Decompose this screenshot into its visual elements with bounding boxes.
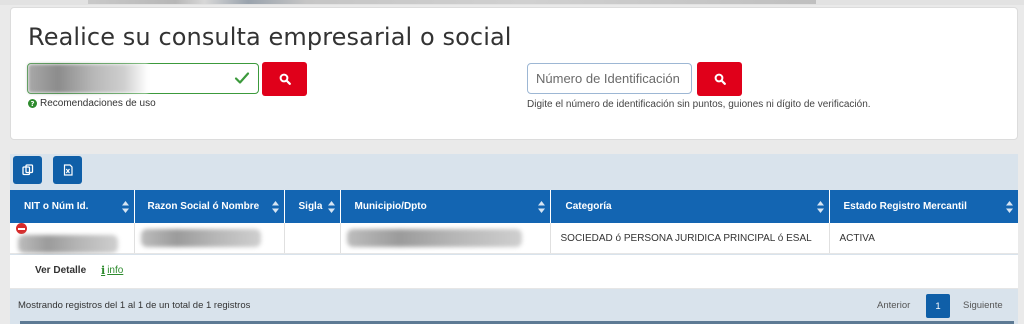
recommendations-link[interactable]: ? Recomendaciones de uso bbox=[28, 98, 156, 109]
excel-icon bbox=[63, 164, 73, 176]
results-table: NIT o Núm Id. Razon Social ó Nombre Sigl… bbox=[10, 190, 1018, 254]
banner-image-fragment bbox=[88, 0, 816, 4]
export-excel-button[interactable] bbox=[53, 156, 82, 184]
copy-icon bbox=[21, 164, 33, 176]
top-banner-fragment bbox=[0, 0, 1024, 5]
question-icon: ? bbox=[28, 99, 37, 108]
info-link-text: info bbox=[107, 265, 124, 276]
column-label: NIT o Núm Id. bbox=[24, 201, 89, 212]
records-summary: Mostrando registros del 1 al 1 de un tot… bbox=[18, 300, 251, 311]
search-icon bbox=[279, 73, 291, 85]
column-label: Sigla bbox=[298, 201, 323, 212]
check-icon bbox=[234, 72, 250, 84]
name-search-field[interactable] bbox=[27, 63, 259, 94]
pagination-previous[interactable]: Anterior bbox=[877, 300, 910, 311]
recommendations-label: Recomendaciones de uso bbox=[40, 98, 156, 109]
search-icon bbox=[714, 73, 726, 85]
id-help-text: Digite el número de identificación sin p… bbox=[527, 99, 871, 110]
page-title: Realice su consulta empresarial o social bbox=[28, 23, 512, 51]
column-header-categoria[interactable]: Categoría bbox=[550, 190, 830, 223]
cell-nit bbox=[10, 223, 135, 254]
info-link[interactable]: i info bbox=[101, 264, 123, 277]
sort-icon bbox=[537, 201, 545, 213]
sort-icon bbox=[1006, 201, 1013, 213]
cell-sigla bbox=[284, 223, 341, 254]
sort-icon bbox=[121, 201, 129, 213]
name-search-input[interactable] bbox=[28, 64, 228, 93]
column-header-municipio[interactable]: Municipio/Dpto bbox=[340, 190, 551, 223]
id-number-input[interactable] bbox=[527, 63, 692, 94]
cell-categoria: SOCIEDAD ó PERSONA JURIDICA PRINCIPAL ó … bbox=[550, 223, 830, 254]
column-header-estado[interactable]: Estado Registro Mercantil bbox=[829, 190, 1018, 223]
sort-icon bbox=[327, 201, 335, 213]
pagination-page-1[interactable]: 1 bbox=[926, 294, 950, 318]
cell-estado: ACTIVA bbox=[829, 223, 1018, 254]
column-header-sigla[interactable]: Sigla bbox=[284, 190, 341, 223]
sort-icon bbox=[271, 201, 279, 213]
detail-row: Ver Detalle i info bbox=[10, 255, 1018, 289]
column-header-nit[interactable]: NIT o Núm Id. bbox=[10, 190, 135, 223]
search-card: Realice su consulta empresarial o social… bbox=[10, 7, 1018, 140]
id-search-button[interactable] bbox=[697, 62, 742, 96]
results-panel: NIT o Núm Id. Razon Social ó Nombre Sigl… bbox=[10, 154, 1018, 324]
redacted-nit bbox=[18, 234, 118, 253]
column-label: Razon Social ó Nombre bbox=[147, 201, 260, 212]
detail-label: Ver Detalle bbox=[35, 265, 87, 276]
redacted-municipio bbox=[346, 229, 522, 247]
collapse-row-icon[interactable] bbox=[16, 223, 27, 235]
column-label: Municipio/Dpto bbox=[354, 201, 427, 212]
table-row[interactable]: SOCIEDAD ó PERSONA JURIDICA PRINCIPAL ó … bbox=[10, 223, 1018, 254]
table-header-row: NIT o Núm Id. Razon Social ó Nombre Sigl… bbox=[10, 190, 1018, 223]
copy-button[interactable] bbox=[13, 156, 42, 184]
pagination-next[interactable]: Siguiente bbox=[963, 300, 1003, 311]
redacted-razon-social bbox=[140, 229, 261, 247]
info-icon: i bbox=[101, 264, 106, 277]
column-label: Estado Registro Mercantil bbox=[843, 201, 967, 212]
table-footer: Mostrando registros del 1 al 1 de un tot… bbox=[10, 289, 1018, 324]
name-search-button[interactable] bbox=[262, 62, 307, 96]
column-header-razon-social[interactable]: Razon Social ó Nombre bbox=[134, 190, 285, 223]
column-label: Categoría bbox=[565, 201, 612, 212]
sort-icon bbox=[816, 201, 824, 213]
cell-razon-social bbox=[134, 223, 285, 254]
cell-municipio bbox=[340, 223, 551, 254]
